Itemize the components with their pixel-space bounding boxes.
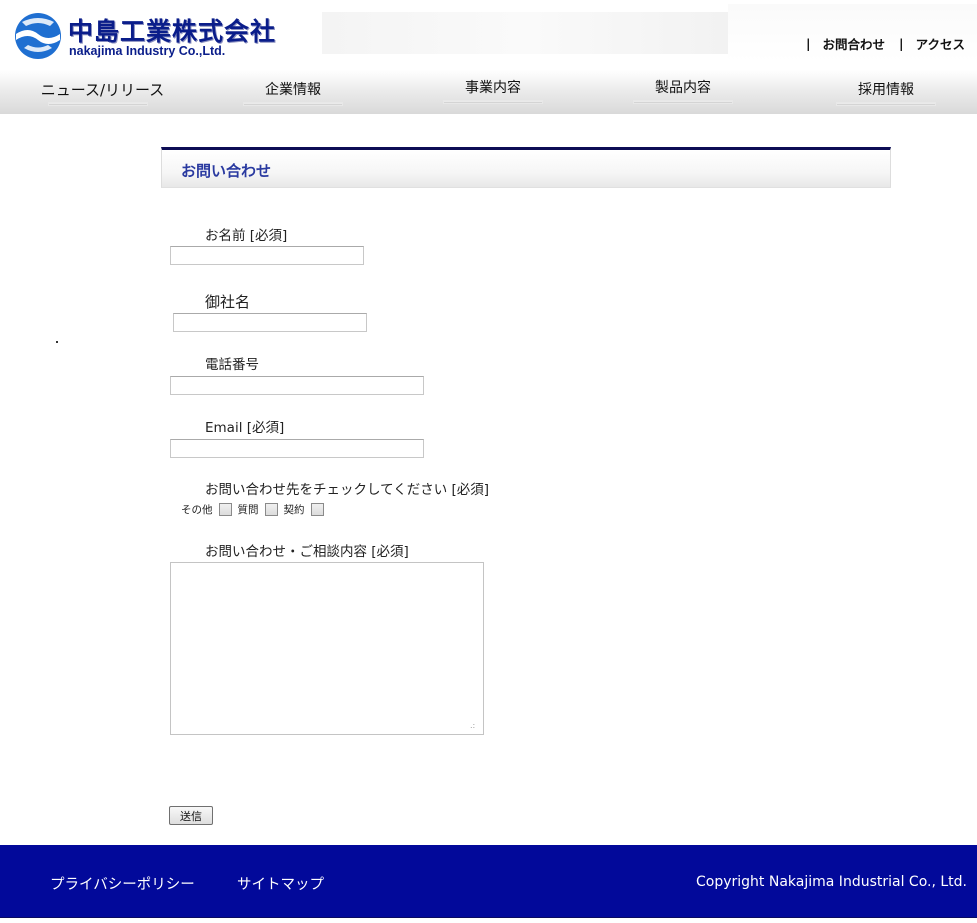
site-footer: プライバシーポリシー サイトマップ Copyright Nakajima Ind… [0,845,977,918]
submit-button[interactable]: 送信 [169,806,213,825]
checkbox-other[interactable] [218,503,232,516]
checkbox-question[interactable] [264,503,278,516]
site-header: 中島工業株式会社 nakajima Industry Co.,Ltd. | お問… [0,0,977,70]
email-input[interactable] [170,439,424,458]
option-label: 契約 [283,504,305,516]
header-banner-area [322,12,728,54]
name-label: お名前 [必須] [205,228,288,244]
resize-grip-icon[interactable]: .: [470,721,480,731]
message-label: お問い合わせ・ご相談内容 [必須] [205,544,409,560]
company-label: 御社名 [205,293,251,311]
inquiry-option-other: その他 [181,502,232,517]
bottom-strip [0,918,977,923]
top-link-access[interactable]: アクセス [916,34,965,53]
email-label: Email [必須] [205,420,285,436]
nav-underline [243,102,343,106]
logo-mark-icon [15,13,61,59]
link-separator: | [805,36,811,51]
company-name-en: nakajima Industry Co.,Ltd. [69,44,226,58]
option-label: その他 [181,504,213,516]
nav-item-recruit[interactable]: 採用情報 [835,80,937,110]
company-logo[interactable]: 中島工業株式会社 nakajima Industry Co.,Ltd. [14,10,277,66]
footer-link-privacy[interactable]: プライバシーポリシー [50,873,195,894]
nav-item-label: 企業情報 [265,82,321,98]
header-banner-right [728,4,977,62]
nav-underline [836,102,936,106]
nav-item-products[interactable]: 製品内容 [632,78,734,108]
inquiry-option-question: 質問 [238,502,278,517]
inquiry-option-contract: 契約 [284,502,324,517]
nav-item-label: ニュース/リリース [40,81,165,99]
nav-item-label: 採用情報 [858,82,914,98]
nav-item-business[interactable]: 事業内容 [442,78,544,108]
link-separator: | [899,36,904,51]
nav-item-label: 製品内容 [655,80,711,96]
top-link-contact[interactable]: お問合わせ [823,34,900,53]
main-nav: ニュース/リリース 企業情報 事業内容 製品内容 採用情報 [0,70,977,114]
nav-item-company[interactable]: 企業情報 [242,80,344,110]
nav-underline [633,100,733,104]
company-input[interactable] [173,313,367,332]
page-title: お問い合わせ [181,162,272,180]
decorative-dot [56,341,58,343]
page-title-box: お問い合わせ [161,147,891,188]
copyright-text: Copyright Nakajima Industrial Co., Ltd. [696,874,967,890]
company-name-jp: 中島工業株式会社 [68,17,277,46]
checkbox-contract[interactable] [310,503,324,516]
nav-item-news[interactable]: ニュース/リリース [40,80,165,110]
message-textarea[interactable] [170,562,484,735]
nav-underline [443,100,543,104]
inquiry-type-options: その他 質問 契約 [181,502,330,517]
option-label: 質問 [237,504,259,516]
phone-label: 電話番号 [205,357,259,373]
footer-link-sitemap[interactable]: サイトマップ [237,873,324,894]
inquiry-type-label: お問い合わせ先をチェックしてください [必須] [205,482,490,498]
top-links: | お問合わせ | アクセス [806,34,965,53]
name-input[interactable] [170,246,364,265]
phone-input[interactable] [170,376,424,395]
nav-underline [48,102,148,106]
nav-item-label: 事業内容 [465,80,521,96]
